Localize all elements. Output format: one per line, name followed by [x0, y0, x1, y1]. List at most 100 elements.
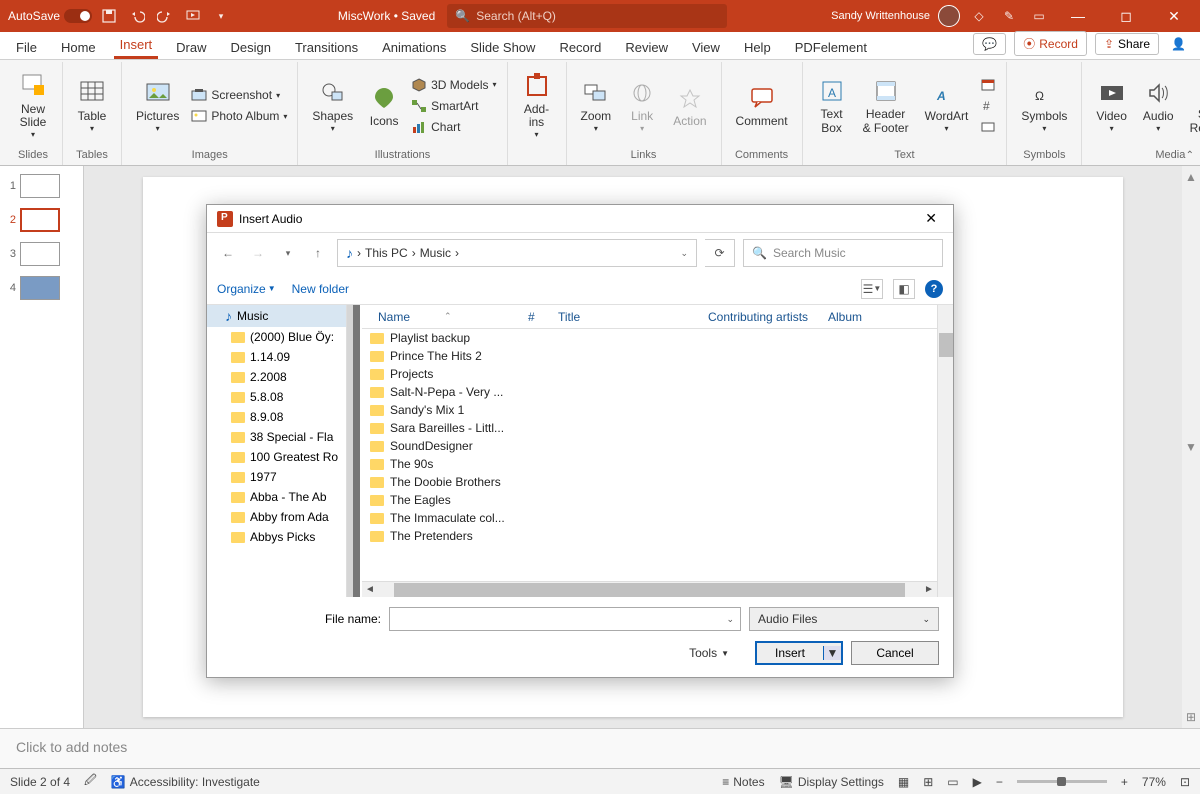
sorter-view-icon[interactable]: ⊞ — [923, 775, 933, 789]
comments-toggle[interactable]: 💬 — [973, 33, 1006, 55]
minimize-button[interactable]: — — [1058, 0, 1098, 32]
icons-button[interactable]: Icons — [363, 81, 405, 130]
slide-thumb-2[interactable]: 2 — [4, 208, 79, 232]
slide-thumb-1[interactable]: 1 — [4, 174, 79, 198]
object-button[interactable] — [978, 118, 998, 136]
qat-dropdown-icon[interactable]: ▾ — [210, 5, 232, 27]
preview-pane-icon[interactable]: ◧ — [893, 279, 915, 299]
tree-item[interactable]: Abba - The Ab — [207, 487, 346, 507]
file-row[interactable]: Prince The Hits 2 — [362, 347, 937, 365]
zoom-level[interactable]: 77% — [1142, 775, 1166, 789]
col-artists[interactable]: Contributing artists — [700, 310, 820, 324]
slide-thumb-3[interactable]: 3 — [4, 242, 79, 266]
back-button[interactable]: ← — [217, 242, 239, 264]
chevron-down-icon[interactable]: ⌄ — [680, 248, 688, 259]
cancel-button[interactable]: Cancel — [851, 641, 939, 665]
tree-item[interactable]: 5.8.08 — [207, 387, 346, 407]
file-row[interactable]: Playlist backup — [362, 329, 937, 347]
help-icon[interactable]: ? — [925, 280, 943, 298]
organize-menu[interactable]: Organize ▼ — [217, 282, 276, 296]
shapes-button[interactable]: Shapes▾ — [306, 76, 359, 136]
autosave-toggle[interactable]: AutoSave — [8, 9, 92, 23]
refresh-button[interactable]: ⟳ — [705, 239, 735, 267]
col-name[interactable]: Name⌃ — [370, 310, 520, 324]
link-button[interactable]: Link▾ — [621, 76, 663, 136]
notes-pane[interactable]: Click to add notes — [0, 728, 1200, 768]
tree-item-music[interactable]: ♪Music — [207, 305, 346, 327]
view-list-icon[interactable]: ☰ ▼ — [861, 279, 883, 299]
tab-record[interactable]: Record — [553, 36, 607, 59]
pictures-button[interactable]: Pictures▾ — [130, 76, 185, 136]
tab-insert[interactable]: Insert — [114, 33, 159, 59]
tab-animations[interactable]: Animations — [376, 36, 452, 59]
zoom-out-icon[interactable]: − — [996, 775, 1003, 789]
new-slide-button[interactable]: New Slide▾ — [12, 69, 54, 142]
tree-item[interactable]: Abbys Picks — [207, 527, 346, 547]
header-footer-button[interactable]: Header & Footer — [857, 74, 915, 136]
reading-view-icon[interactable]: ▭ — [947, 775, 958, 789]
slide-thumb-4[interactable]: 4 — [4, 276, 79, 300]
tab-slideshow[interactable]: Slide Show — [464, 36, 541, 59]
search-box[interactable]: 🔍 Search (Alt+Q) — [447, 4, 727, 28]
notes-toggle[interactable]: ≡Notes — [722, 775, 764, 789]
undo-icon[interactable] — [126, 5, 148, 27]
file-row[interactable]: The Immaculate col... — [362, 509, 937, 527]
tree-item[interactable]: (2000) Blue Öy: — [207, 327, 346, 347]
addins-button[interactable]: Add- ins▾ — [516, 69, 558, 142]
tab-view[interactable]: View — [686, 36, 726, 59]
search-music-input[interactable]: 🔍 Search Music — [743, 239, 943, 267]
collapse-ribbon-icon[interactable]: ⌃ — [1186, 150, 1194, 161]
tree-resize-handle-dark[interactable] — [353, 305, 360, 597]
insert-dropdown-icon[interactable]: ▼ — [823, 646, 841, 660]
maximize-button[interactable]: ◻ — [1106, 0, 1146, 32]
file-vertical-scrollbar[interactable] — [937, 305, 953, 597]
wordart-button[interactable]: AWordArt▾ — [919, 76, 975, 136]
zoom-button[interactable]: Zoom▾ — [575, 76, 618, 136]
forward-button[interactable]: → — [247, 242, 269, 264]
tree-item[interactable]: 8.9.08 — [207, 407, 346, 427]
symbols-button[interactable]: ΩSymbols▾ — [1015, 76, 1073, 136]
tab-help[interactable]: Help — [738, 36, 777, 59]
tab-file[interactable]: File — [10, 36, 43, 59]
insert-button[interactable]: Insert▼ — [755, 641, 843, 665]
file-row[interactable]: Sara Bareilles - Littl... — [362, 419, 937, 437]
account-icon[interactable]: 👤 — [1167, 37, 1190, 51]
save-icon[interactable] — [98, 5, 120, 27]
date-time-button[interactable] — [978, 76, 998, 94]
file-row[interactable]: The 90s — [362, 455, 937, 473]
3d-models-button[interactable]: 3D Models ▾ — [409, 76, 498, 94]
vertical-scrollbar[interactable]: ▲▼⊞ — [1182, 166, 1200, 728]
table-button[interactable]: Table▾ — [71, 76, 113, 136]
accessibility-status[interactable]: ♿Accessibility: Investigate — [111, 775, 260, 789]
col-title[interactable]: Title — [550, 310, 700, 324]
slideshow-view-icon[interactable]: ▶ — [973, 775, 982, 789]
share-button[interactable]: ⇪Share — [1095, 33, 1159, 55]
file-type-filter[interactable]: Audio Files⌄ — [749, 607, 939, 631]
smartart-button[interactable]: SmartArt — [409, 97, 498, 115]
tree-item[interactable]: 1977 — [207, 467, 346, 487]
slide-number-button[interactable]: # — [978, 97, 998, 115]
normal-view-icon[interactable]: ▦ — [898, 775, 909, 789]
ribbon-display-icon[interactable]: ▭ — [1028, 5, 1050, 27]
comment-button[interactable]: Comment — [730, 81, 794, 130]
avatar[interactable] — [938, 5, 960, 27]
tree-item[interactable]: Abby from Ada — [207, 507, 346, 527]
col-album[interactable]: Album — [820, 310, 870, 324]
tree-item[interactable]: 2.2008 — [207, 367, 346, 387]
up-button[interactable]: ↑ — [307, 242, 329, 264]
dialog-close-button[interactable]: ✕ — [919, 208, 943, 229]
video-button[interactable]: Video▾ — [1090, 76, 1132, 136]
display-settings[interactable]: 🖥Display Settings — [779, 775, 884, 789]
col-number[interactable]: # — [520, 310, 550, 324]
tree-item[interactable]: 1.14.09 — [207, 347, 346, 367]
from-beginning-icon[interactable] — [182, 5, 204, 27]
diamond-icon[interactable]: ◇ — [968, 5, 990, 27]
text-box-button[interactable]: AText Box — [811, 74, 853, 136]
photo-album-button[interactable]: Photo Album ▾ — [189, 107, 289, 125]
language-icon[interactable]: 🖉 — [84, 771, 97, 792]
file-row[interactable]: Salt-N-Pepa - Very ... — [362, 383, 937, 401]
fit-icon[interactable]: ⊡ — [1180, 775, 1190, 789]
tree-item[interactable]: 38 Special - Fla — [207, 427, 346, 447]
scroll-left-icon[interactable]: ◄ — [362, 584, 378, 595]
breadcrumb[interactable]: ♪ › This PC › Music › ⌄ — [337, 239, 697, 267]
